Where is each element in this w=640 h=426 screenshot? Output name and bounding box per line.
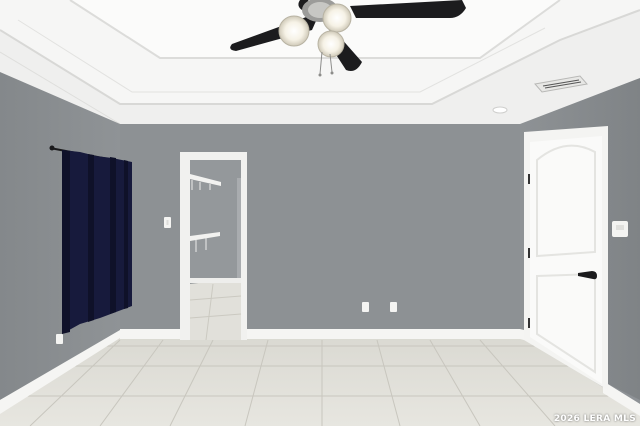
smoke-detector-icon bbox=[492, 106, 508, 114]
watermark-text: 2026 LERA MLS bbox=[553, 414, 636, 424]
fan-light-bulb bbox=[278, 15, 310, 47]
fan-light-bulb bbox=[322, 3, 352, 33]
light-switch-icon[interactable] bbox=[164, 217, 171, 228]
closet-doorway[interactable] bbox=[180, 152, 247, 341]
room-photo: 2026 LERA MLS bbox=[0, 0, 640, 426]
room-illustration bbox=[0, 0, 640, 426]
thermostat[interactable] bbox=[612, 221, 628, 237]
